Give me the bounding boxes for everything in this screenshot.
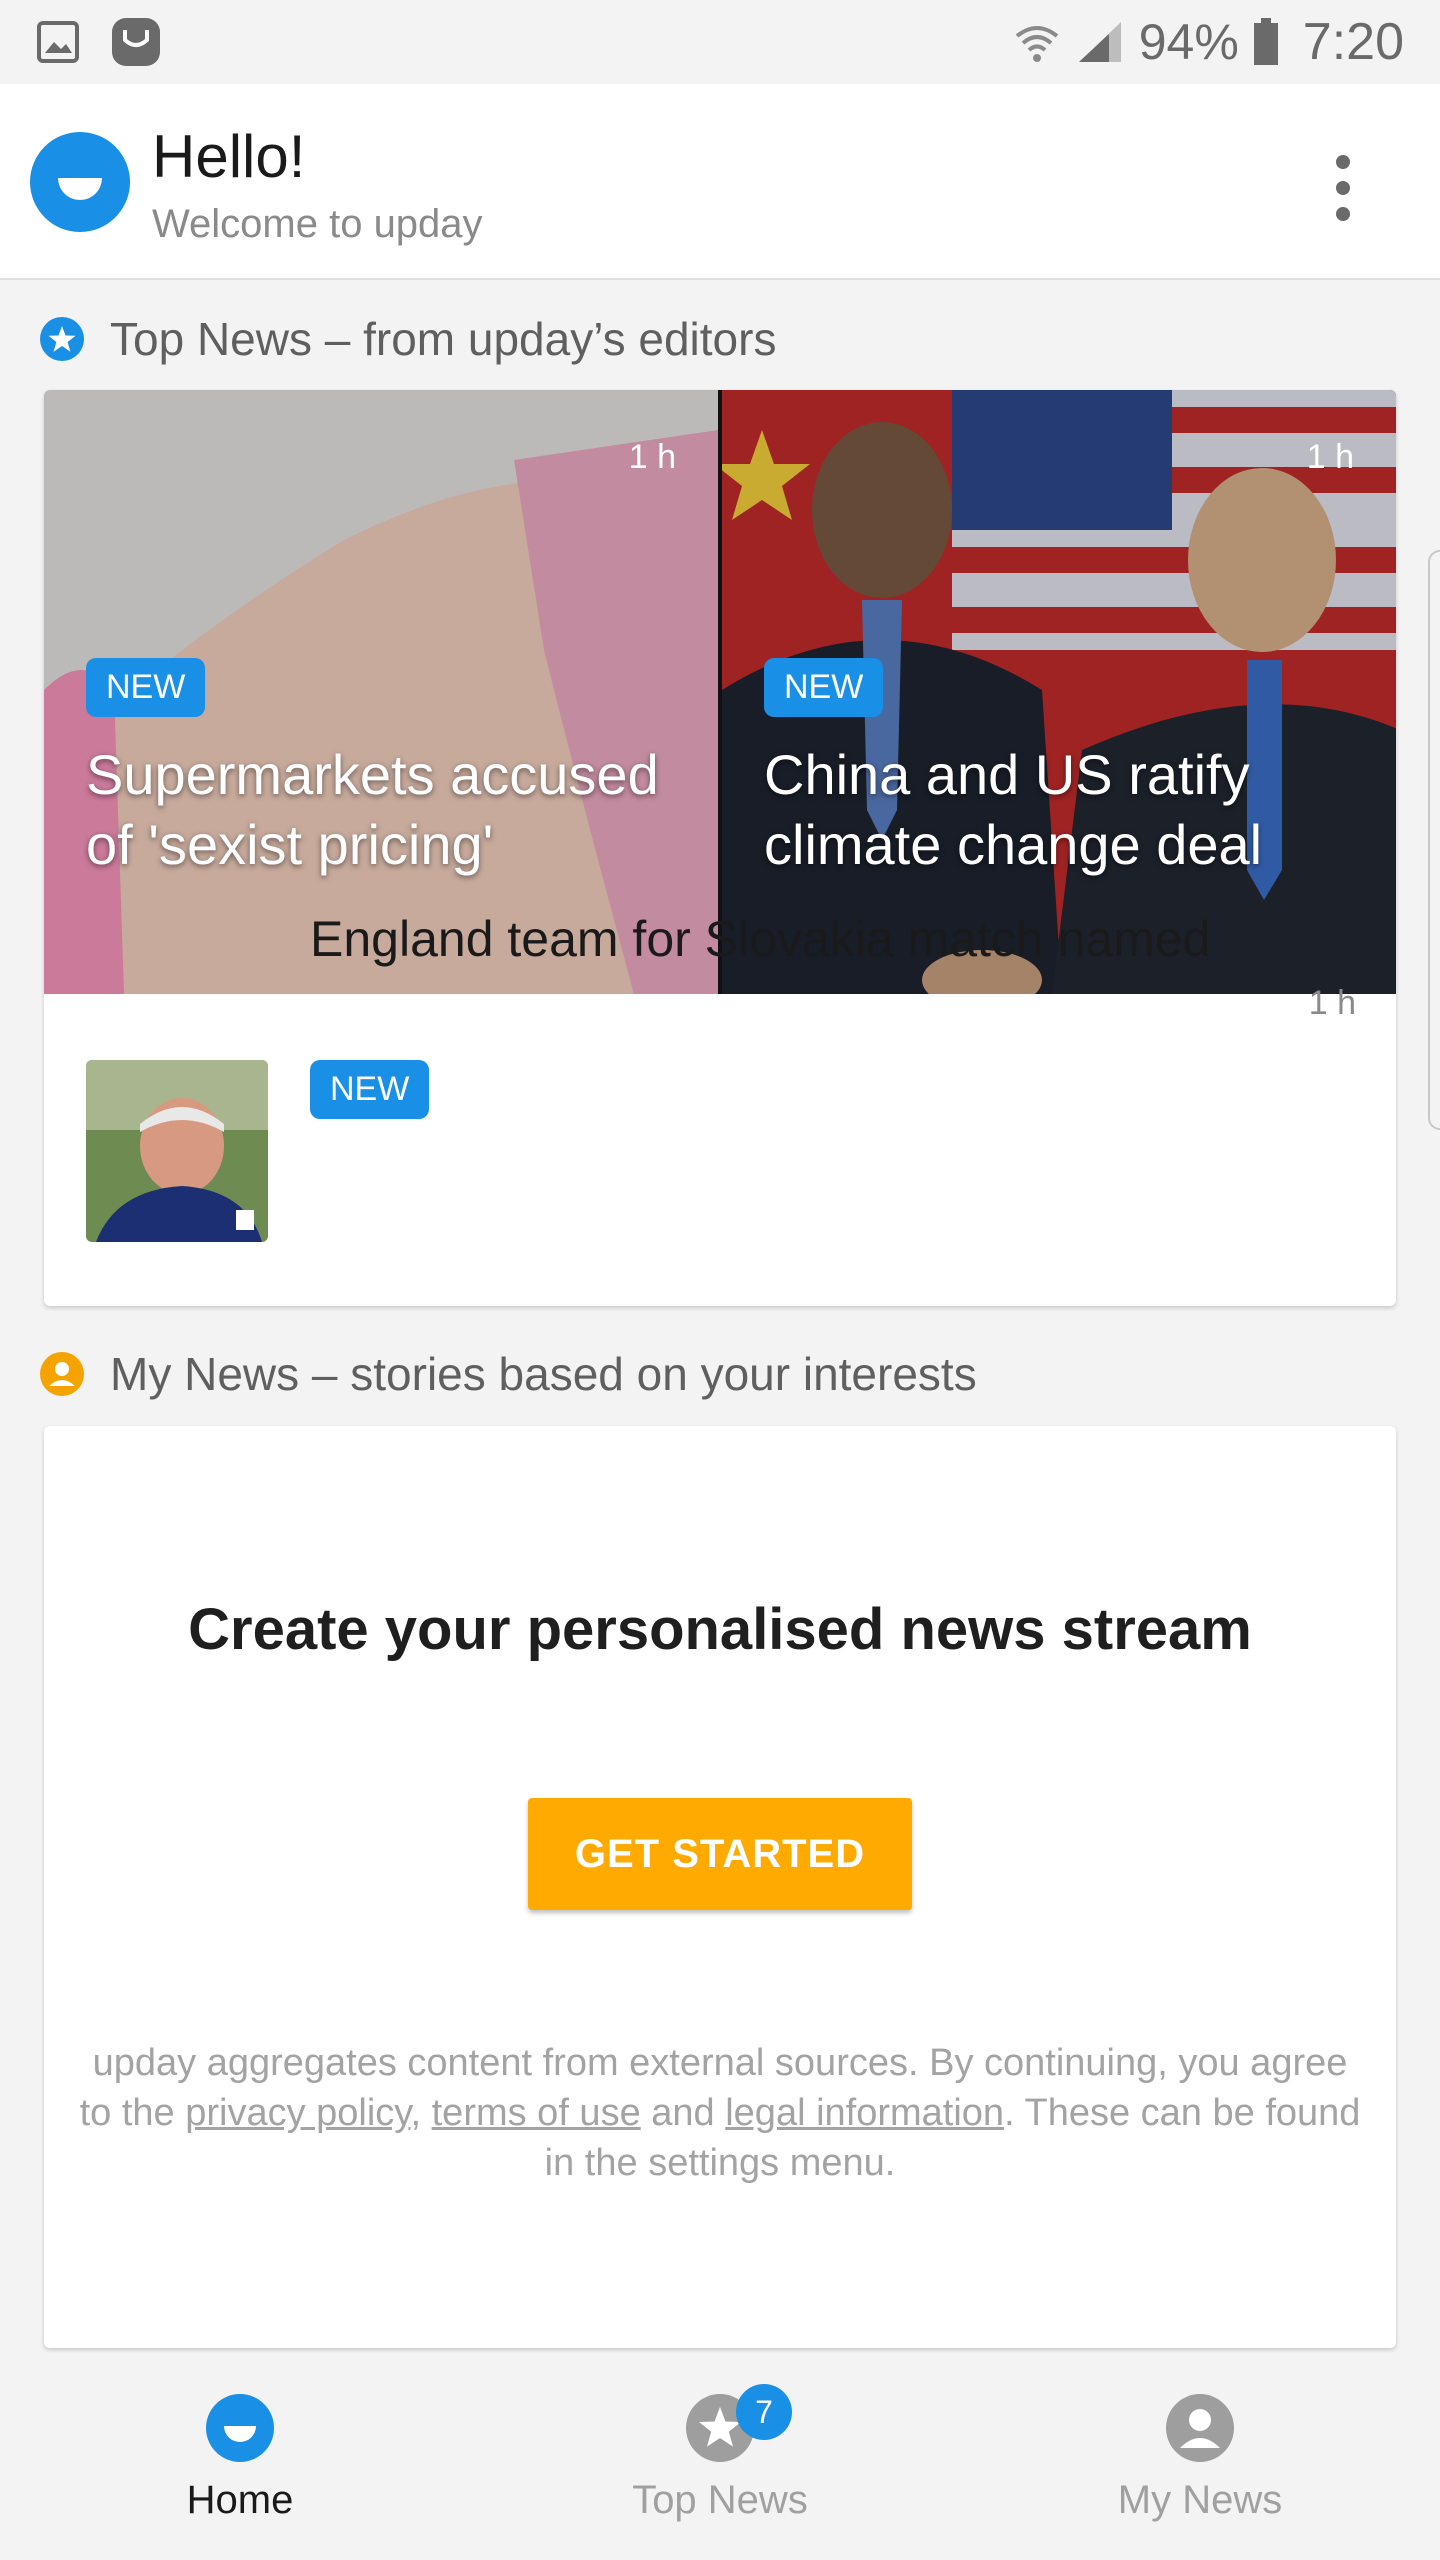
star-badge-icon — [40, 317, 84, 361]
greeting-title: Hello! — [152, 123, 306, 190]
person-badge-icon — [40, 1352, 84, 1396]
greeting-subtitle: Welcome to upday — [152, 202, 483, 246]
app-header: Hello! Welcome to upday — [0, 84, 1440, 280]
my-news-section-title: My News – stories based on your interest… — [110, 1348, 977, 1400]
create-stream-title: Create your personalised news stream — [188, 1597, 1252, 1662]
new-badge: NEW — [310, 1060, 430, 1119]
tile-headline: China and US ratify climate change deal — [764, 743, 1263, 876]
top-news-card: 1 h NEW Supermarkets accused of 'sexist … — [44, 390, 1396, 1306]
news-tile-climate-deal[interactable]: 1 h NEW China and US ratify climate chan… — [722, 390, 1396, 994]
home-upday-icon — [206, 2394, 274, 2462]
thumbnail-image-manager — [86, 1060, 268, 1242]
nav-my-news-label: My News — [1117, 2478, 1283, 2522]
privacy-policy-link[interactable]: privacy policy — [185, 2092, 410, 2134]
my-news-section-header: My News – stories based on your interest… — [40, 1347, 977, 1401]
article-title[interactable]: England team for Slovakia match named — [310, 910, 1211, 968]
scroll-edge-indicator — [1428, 550, 1440, 1130]
status-bar: 94% 7:20 — [0, 0, 1440, 84]
signal-icon — [1078, 22, 1121, 62]
top-news-section-title: Top News – from upday’s editors — [110, 313, 777, 365]
status-right: 94% 7:20 — [1013, 12, 1404, 72]
my-news-person-icon — [1166, 2394, 1234, 2462]
tile-headline: Supermarkets accused of 'sexist pricing' — [86, 743, 659, 876]
nav-home[interactable]: Home — [80, 2370, 400, 2560]
top-news-section-header: Top News – from upday’s editors — [40, 312, 776, 366]
my-news-card: Create your personalised news stream GET… — [44, 1426, 1396, 2348]
article-thumbnail — [86, 1060, 268, 1242]
tile-time: 1 h — [1306, 438, 1354, 476]
disclaimer-text: upday aggregates content from external s… — [74, 2038, 1366, 2188]
wifi-icon — [1015, 26, 1058, 62]
nav-home-label: Home — [186, 2478, 294, 2522]
gallery-icon — [37, 21, 79, 63]
news-tile-supermarkets[interactable]: 1 h NEW Supermarkets accused of 'sexist … — [44, 390, 718, 994]
new-badge: NEW — [764, 658, 884, 717]
legal-information-link[interactable]: legal information — [725, 2092, 1004, 2134]
article-time: 1 h — [1308, 984, 1356, 1022]
terms-of-use-link[interactable]: terms of use — [432, 2092, 641, 2134]
status-left — [36, 16, 162, 68]
upday-logo-icon — [30, 132, 130, 232]
get-started-button[interactable]: GET STARTED — [528, 1798, 912, 1910]
bottom-navigation: Home 7 Top News My News — [0, 2370, 1440, 2560]
clock: 7:20 — [1302, 13, 1404, 71]
battery-icon — [1253, 18, 1278, 65]
battery-percentage: 94% — [1138, 14, 1239, 70]
galaxy-apps-icon — [112, 18, 160, 66]
screen: 94% 7:20 Hello! Welcome to upday Top New… — [0, 0, 1440, 2560]
disclaimer-and: and — [640, 2092, 726, 2134]
top-news-count-badge: 7 — [736, 2384, 792, 2440]
new-badge: NEW — [86, 658, 206, 717]
tile-time: 1 h — [628, 438, 676, 476]
nav-top-news[interactable]: 7 Top News — [560, 2370, 880, 2560]
nav-my-news[interactable]: My News — [1040, 2370, 1360, 2560]
overflow-menu-icon[interactable] — [1310, 144, 1376, 234]
nav-top-news-label: Top News — [632, 2478, 808, 2522]
news-list-item-england[interactable]: NEW — [44, 994, 1396, 1306]
disclaimer-separator: , — [410, 2092, 432, 2134]
